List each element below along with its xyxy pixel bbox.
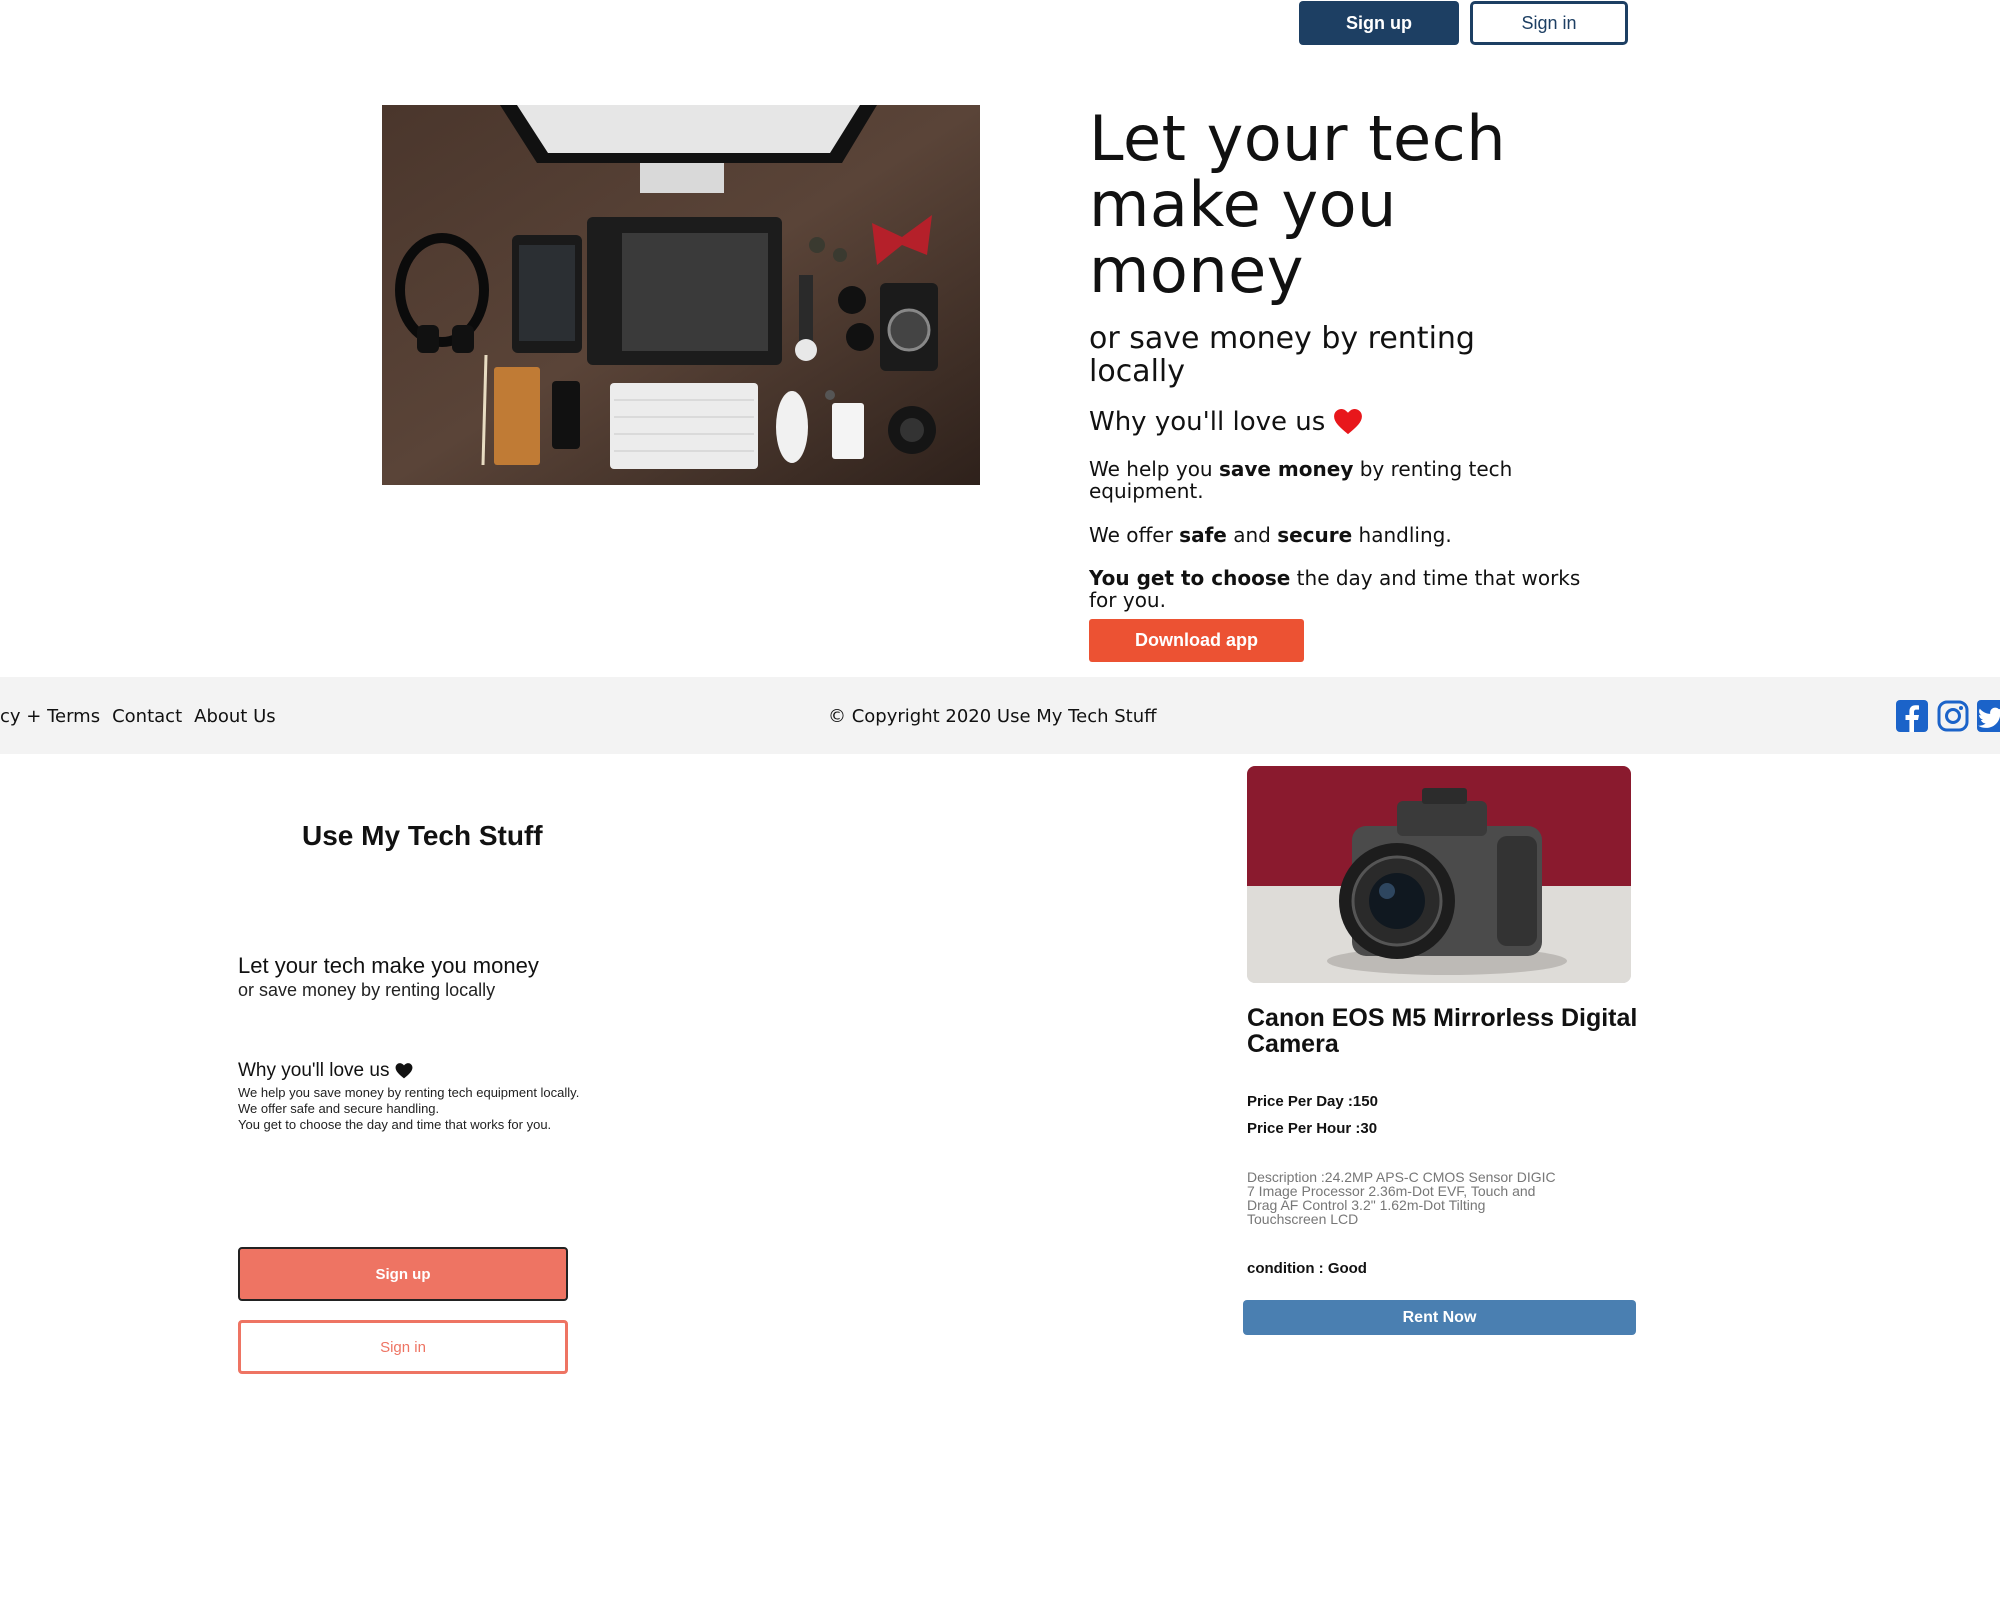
mobile-why-heading: Why you'll love us — [238, 1060, 413, 1082]
footer-link-contact[interactable]: Contact — [112, 706, 182, 727]
product-condition: condition : Good — [1247, 1260, 1367, 1277]
mobile-hero-title: Let your tech make you money — [238, 953, 539, 978]
hero-why-heading: Why you'll love us — [1089, 406, 1363, 438]
mobile-hero-subtitle: or save money by renting locally — [238, 980, 496, 1000]
heart-icon — [1334, 409, 1363, 435]
instagram-icon[interactable] — [1937, 700, 1969, 732]
product-image[interactable] — [1247, 766, 1631, 983]
product-name: Canon EOS M5 Mirrorless Digital Camera — [1247, 1004, 1638, 1058]
heart-icon — [396, 1063, 413, 1079]
hero-benefit-3: You get to choose the day and time that … — [1089, 566, 1581, 612]
hero-benefit-1: We help you save money by renting tech e… — [1089, 457, 1513, 503]
footer-copyright: © Copyright 2020 Use My Tech Stuff — [828, 706, 1157, 727]
rent-now-button[interactable]: Rent Now — [1243, 1300, 1636, 1335]
facebook-icon[interactable] — [1896, 700, 1928, 732]
header-signin-button[interactable]: Sign in — [1470, 1, 1628, 45]
brand-title: Use My Tech Stuff — [302, 820, 543, 851]
footer-link-about[interactable]: About Us — [194, 706, 276, 727]
hero-subtitle: or save money by renting locally — [1089, 321, 1475, 389]
download-app-button[interactable]: Download app — [1089, 619, 1304, 662]
mobile-benefit-3: You get to choose the day and time that … — [238, 1117, 552, 1132]
desk-flatlay-illustration — [382, 105, 980, 485]
hero-title: Let your tech make you money — [1089, 102, 1507, 307]
hero-image — [382, 105, 980, 485]
product-description: Description :24.2MP APS-C CMOS Sensor DI… — [1247, 1169, 1556, 1227]
product-price-hour: Price Per Hour :30 — [1247, 1120, 1378, 1137]
hero-benefit-2: We offer safe and secure handling. — [1089, 523, 1452, 547]
footer-links: cy + Terms Contact About Us — [0, 706, 276, 727]
mobile-why-text: Why you'll love us — [238, 1060, 390, 1081]
hero-why-text: Why you'll love us — [1089, 407, 1326, 437]
footer-link-privacy-terms[interactable]: cy + Terms — [0, 706, 100, 727]
mobile-signin-button[interactable]: Sign in — [238, 1320, 568, 1374]
camera-photo-illustration — [1247, 766, 1631, 983]
mobile-benefit-2: We offer safe and secure handling. — [238, 1101, 440, 1116]
mobile-benefit-1: We help you save money by renting tech e… — [238, 1085, 580, 1100]
header-signup-button[interactable]: Sign up — [1299, 1, 1459, 45]
product-price-day: Price Per Day :150 — [1247, 1093, 1378, 1110]
twitter-icon[interactable] — [1977, 700, 2000, 732]
mobile-signup-button[interactable]: Sign up — [238, 1247, 568, 1301]
